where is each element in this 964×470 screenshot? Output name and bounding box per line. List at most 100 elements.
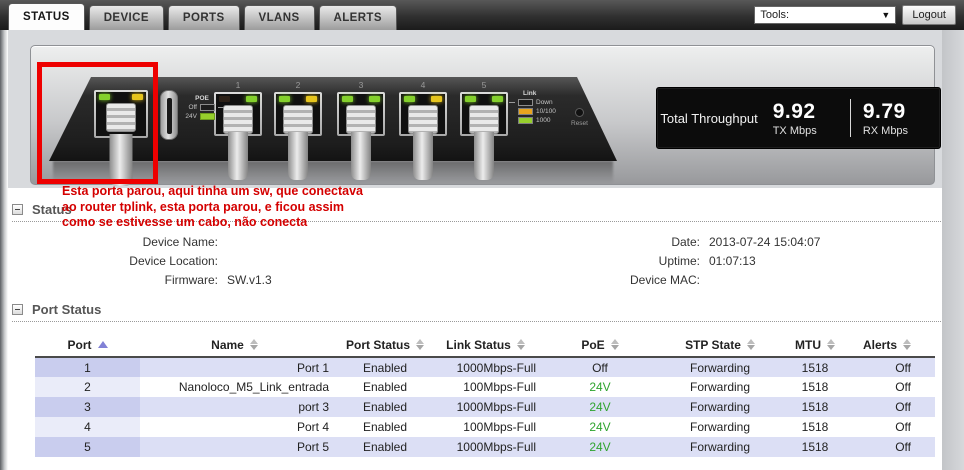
handwritten-note-line: ao router tplink, esta porta parou, e fi… (62, 199, 345, 214)
handwritten-note: Esta porta parou, aqui tinha um sw, que … (62, 184, 363, 231)
handwritten-note-line: como se estivesse um cabo, não conecta (62, 215, 308, 229)
page-right-edge (942, 30, 964, 470)
poe-off-swatch (200, 104, 215, 111)
sort-icons (516, 339, 525, 350)
ethernet-plug (346, 105, 376, 134)
cell-name: Port 4 (140, 417, 335, 437)
collapse-icon[interactable] (12, 204, 23, 215)
port-row-4: 4 Port 4 Enabled 100Mbps-Full 24V Forwarding 1… (35, 417, 935, 437)
tab-status[interactable]: STATUS (8, 3, 85, 30)
link-legend-title: Link (523, 90, 537, 97)
tab-vlans[interactable]: VLANS (243, 5, 315, 30)
sort-icons (827, 339, 835, 350)
cell-alerts: Off (850, 417, 935, 437)
cell-stp-state: Forwarding (660, 357, 780, 377)
field-label: Device MAC: (629, 272, 700, 287)
cell-port: 4 (35, 417, 140, 437)
cell-poe: 24V (540, 417, 660, 437)
rj45-port-2 (274, 92, 322, 180)
sort-icons (416, 339, 424, 350)
ethernet-cable (288, 132, 308, 180)
tools-dropdown[interactable]: Tools: ▼ (754, 6, 897, 24)
column-header-port-status[interactable]: Port Status (335, 333, 435, 358)
ethernet-cable (228, 132, 248, 180)
cell-mtu: 1518 (780, 417, 850, 437)
link-legend-label: 10/100 (536, 108, 556, 115)
tx-value: 9.92 (772, 99, 816, 123)
column-header-poe[interactable]: PoE (540, 333, 660, 358)
port-number-label: 1 (235, 80, 241, 90)
cell-stp-state: Forwarding (660, 377, 780, 397)
usb-slot (167, 98, 172, 134)
cell-mtu: 1518 (780, 357, 850, 377)
field-label: Device Name: (142, 234, 218, 249)
cell-mtu: 1518 (780, 377, 850, 397)
link-led (431, 96, 442, 102)
poe-on-label: 24V (185, 113, 197, 120)
reset-button-graphic: Reset (571, 108, 588, 127)
cell-poe: 24V (540, 437, 660, 457)
tools-dropdown-label: Tools: (760, 9, 790, 21)
reset-label: Reset (571, 120, 588, 127)
highlight-rectangle (37, 62, 158, 184)
cell-port: 5 (35, 437, 140, 457)
column-header-name[interactable]: Name (140, 333, 335, 358)
ethernet-cable (351, 132, 371, 180)
logout-label: Logout (912, 9, 946, 21)
link-legend-item: Down (509, 99, 556, 106)
status-field: Uptime: 01:07:13 (482, 251, 902, 270)
column-header-label: STP State (685, 337, 741, 352)
cell-port: 1 (35, 357, 140, 377)
poe-on-swatch (200, 113, 215, 120)
collapse-icon[interactable] (12, 304, 23, 315)
link-legend-label: 1000 (536, 117, 551, 124)
link-legend: Link Down 10/100 1000 (509, 90, 556, 126)
link-swatch (518, 117, 533, 124)
link-dash (509, 102, 515, 103)
cell-port-status: Enabled (335, 357, 435, 377)
link-legend-label: Down (536, 99, 553, 106)
logout-button[interactable]: Logout (902, 5, 956, 25)
field-value: 2013-07-24 15:04:07 (709, 234, 821, 249)
cell-link-status: 1000Mbps-Full (435, 397, 540, 417)
port-row-3: 3 port 3 Enabled 1000Mbps-Full 24V Forwarding… (35, 397, 935, 417)
column-header-label: Alerts (862, 337, 897, 352)
poe-led (404, 96, 415, 102)
port-number-label: 2 (295, 80, 301, 90)
sort-ascending-icon (97, 341, 108, 348)
sort-icons (903, 339, 911, 350)
cell-link-status: 100Mbps-Full (435, 377, 540, 397)
throughput-panel: Total Throughput 9.92 TX Mbps 9.79 RX Mb… (656, 87, 941, 149)
column-header-link-status[interactable]: Link Status (435, 333, 540, 358)
page-left-edge (0, 30, 8, 470)
field-label: Device Location: (129, 253, 218, 268)
cell-port: 2 (35, 377, 140, 397)
field-label: Date: (671, 234, 700, 249)
throughput-title: Total Throughput (660, 110, 758, 126)
column-header-stp-state[interactable]: STP State (660, 333, 780, 358)
cell-name: port 3 (140, 397, 335, 417)
cell-alerts: Off (850, 397, 935, 417)
tab-ports[interactable]: PORTS (167, 5, 240, 30)
poe-legend: POE Off 24V (183, 95, 224, 122)
column-header-port[interactable]: Port (35, 333, 140, 358)
cell-stp-state: Forwarding (660, 417, 780, 437)
link-legend-item: 10/100 (509, 108, 556, 115)
column-header-label: Link Status (446, 337, 511, 352)
tab-device[interactable]: DEVICE (88, 5, 164, 30)
ethernet-plug (469, 105, 499, 134)
port-number-label: 5 (481, 80, 487, 90)
tab-alerts[interactable]: ALERTS (318, 5, 397, 30)
cell-link-status: 100Mbps-Full (435, 417, 540, 437)
cell-link-status: 1000Mbps-Full (435, 357, 540, 377)
link-led (306, 96, 317, 102)
column-header-alerts[interactable]: Alerts (850, 333, 935, 358)
tx-unit: TX Mbps (772, 124, 817, 137)
cell-poe: 24V (540, 377, 660, 397)
cell-alerts: Off (850, 377, 935, 397)
cell-name: Port 5 (140, 437, 335, 457)
column-header-mtu[interactable]: MTU (780, 333, 850, 358)
port-status-table: Port Name Port Status Link Status PoE STP Sta… (35, 333, 935, 457)
handwritten-note-line: Esta porta parou, aqui tinha um sw, que … (62, 184, 363, 198)
port-number-label: 4 (420, 80, 426, 90)
